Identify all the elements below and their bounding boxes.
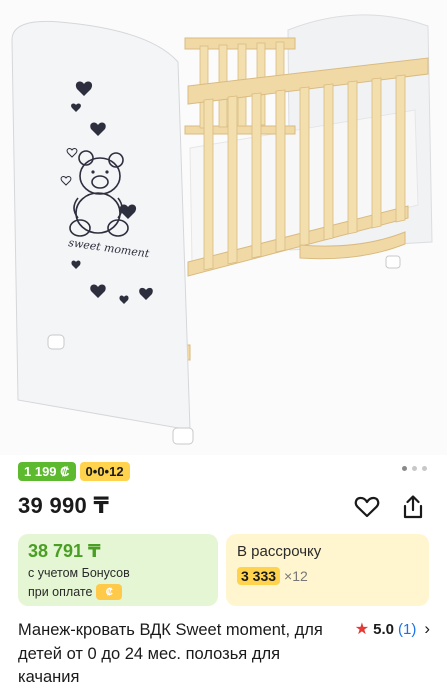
gallery-pagination[interactable] (402, 466, 427, 471)
gallery-dot[interactable] (422, 466, 427, 471)
installment-card[interactable]: В рассрочку 3 333 ×12 (226, 534, 429, 606)
installment-badge: 0•0•12 (79, 462, 130, 481)
crib-illustration: sweet moment (11, 14, 433, 445)
product-price: 39 990 ₸ (18, 493, 110, 518)
chevron-right-icon: › (424, 619, 430, 638)
bonus-coin-icon: ₡ (96, 584, 123, 600)
star-icon: ★ (354, 621, 370, 638)
bonus-price-card[interactable]: 38 791 ₸ с учетом Бонусов при оплате ₡ (18, 534, 218, 606)
product-title: Манеж-кровать ВДК Sweet moment, для дете… (18, 621, 323, 686)
share-button[interactable] (398, 492, 428, 522)
bonus-payment-caption: при оплате ₡ (28, 584, 123, 600)
installment-amount: 3 333 (237, 567, 281, 585)
bonus-badge: 1 199 ₡ (18, 462, 76, 481)
promo-badges: 1 199 ₡ 0•0•12 (18, 462, 130, 481)
favorite-button[interactable] (352, 492, 382, 522)
share-icon (403, 495, 423, 519)
rating-link[interactable]: ★ 5.0 (1) › (355, 619, 430, 639)
bonus-caption: с учетом Бонусов (28, 566, 130, 580)
gallery-dot[interactable] (402, 466, 407, 471)
installment-title: В рассрочку (237, 543, 322, 560)
installment-months: ×12 (284, 568, 308, 584)
gallery-dot[interactable] (412, 466, 417, 471)
installment-terms: 3 333 ×12 (237, 567, 308, 585)
reviews-count[interactable]: (1) (398, 621, 416, 638)
product-image[interactable]: sweet moment (0, 0, 447, 455)
heart-outline-icon (354, 496, 380, 518)
bonus-price: 38 791 ₸ (28, 541, 101, 561)
rating-score: 5.0 (373, 620, 394, 638)
bonus-payment-label: при оплате (28, 585, 93, 599)
